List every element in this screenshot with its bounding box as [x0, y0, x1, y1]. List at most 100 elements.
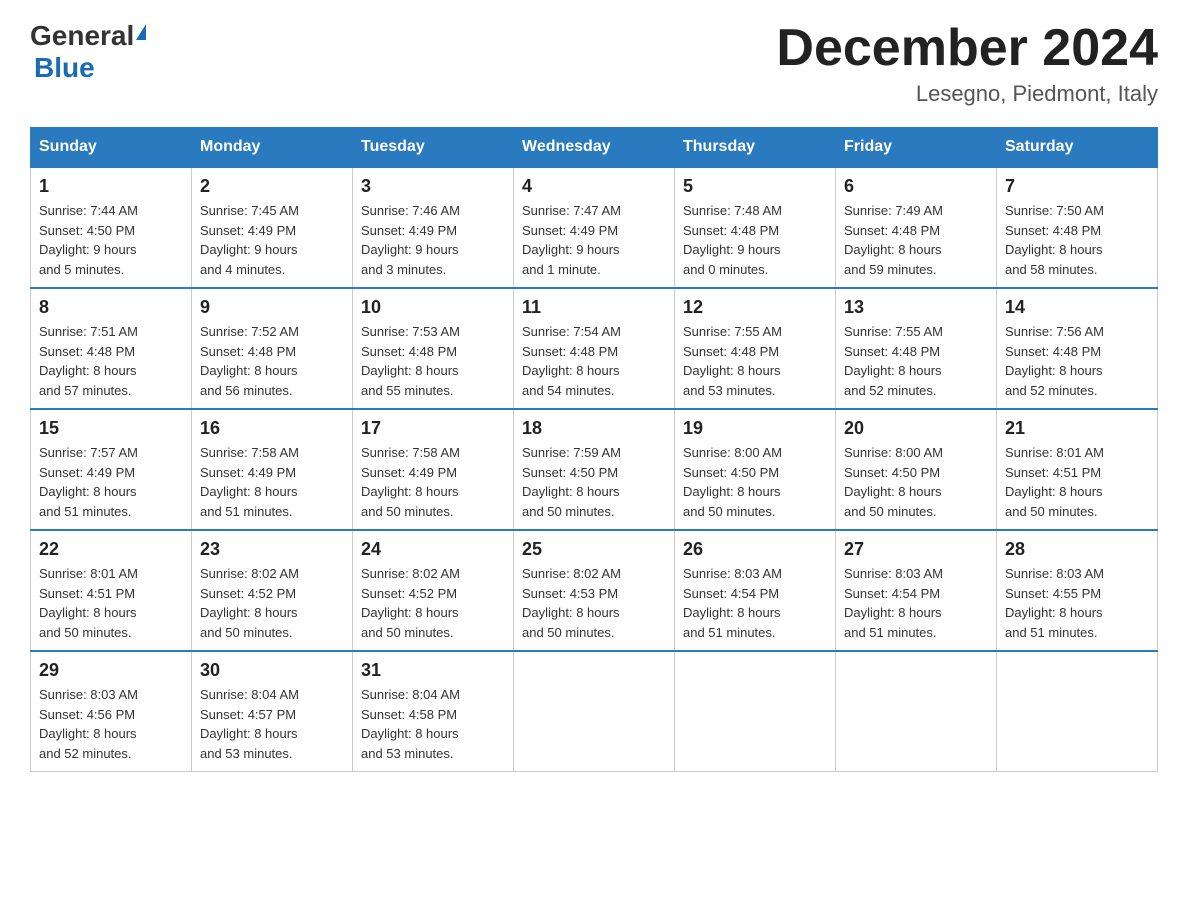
location-subtitle: Lesegno, Piedmont, Italy: [776, 81, 1158, 107]
calendar-cell: 19 Sunrise: 8:00 AMSunset: 4:50 PMDayligh…: [675, 409, 836, 530]
day-number: 8: [39, 297, 183, 318]
day-number: 25: [522, 539, 666, 560]
month-title: December 2024: [776, 20, 1158, 77]
day-info: Sunrise: 8:03 AMSunset: 4:56 PMDaylight:…: [39, 685, 183, 763]
day-info: Sunrise: 8:00 AMSunset: 4:50 PMDaylight:…: [844, 443, 988, 521]
calendar-cell: 28 Sunrise: 8:03 AMSunset: 4:55 PMDayligh…: [997, 530, 1158, 651]
logo-triangle-icon: [136, 24, 146, 40]
calendar-cell: 30 Sunrise: 8:04 AMSunset: 4:57 PMDayligh…: [192, 651, 353, 772]
calendar-cell: 10 Sunrise: 7:53 AMSunset: 4:48 PMDayligh…: [353, 288, 514, 409]
day-info: Sunrise: 7:51 AMSunset: 4:48 PMDaylight:…: [39, 322, 183, 400]
day-number: 27: [844, 539, 988, 560]
header-wednesday: Wednesday: [514, 128, 675, 168]
header-sunday: Sunday: [31, 128, 192, 168]
day-info: Sunrise: 8:02 AMSunset: 4:52 PMDaylight:…: [361, 564, 505, 642]
calendar-cell: 11 Sunrise: 7:54 AMSunset: 4:48 PMDayligh…: [514, 288, 675, 409]
day-info: Sunrise: 8:04 AMSunset: 4:58 PMDaylight:…: [361, 685, 505, 763]
day-number: 3: [361, 176, 505, 197]
day-info: Sunrise: 7:54 AMSunset: 4:48 PMDaylight:…: [522, 322, 666, 400]
day-number: 4: [522, 176, 666, 197]
calendar-cell: 26 Sunrise: 8:03 AMSunset: 4:54 PMDayligh…: [675, 530, 836, 651]
calendar-cell: 24Sunrise: 8:02 AMSunset: 4:52 PMDayligh…: [353, 530, 514, 651]
calendar-cell: 9 Sunrise: 7:52 AMSunset: 4:48 PMDaylight…: [192, 288, 353, 409]
day-info: Sunrise: 8:02 AMSunset: 4:52 PMDaylight:…: [200, 564, 344, 642]
day-info: Sunrise: 8:03 AMSunset: 4:55 PMDaylight:…: [1005, 564, 1149, 642]
calendar-header-row: SundayMondayTuesdayWednesdayThursdayFrid…: [31, 128, 1158, 168]
day-number: 31: [361, 660, 505, 681]
calendar-cell: 12Sunrise: 7:55 AMSunset: 4:48 PMDayligh…: [675, 288, 836, 409]
page-header: General Blue December 2024 Lesegno, Pied…: [30, 20, 1158, 107]
day-info: Sunrise: 7:55 AMSunset: 4:48 PMDaylight:…: [844, 322, 988, 400]
day-number: 15: [39, 418, 183, 439]
calendar-cell: 31 Sunrise: 8:04 AMSunset: 4:58 PMDayligh…: [353, 651, 514, 772]
day-number: 6: [844, 176, 988, 197]
calendar-cell: 23 Sunrise: 8:02 AMSunset: 4:52 PMDayligh…: [192, 530, 353, 651]
calendar-cell: 22Sunrise: 8:01 AMSunset: 4:51 PMDayligh…: [31, 530, 192, 651]
day-info: Sunrise: 7:57 AMSunset: 4:49 PMDaylight:…: [39, 443, 183, 521]
day-info: Sunrise: 7:53 AMSunset: 4:48 PMDaylight:…: [361, 322, 505, 400]
day-info: Sunrise: 8:00 AMSunset: 4:50 PMDaylight:…: [683, 443, 827, 521]
calendar-week-1: 1 Sunrise: 7:44 AMSunset: 4:50 PMDaylight…: [31, 167, 1158, 288]
calendar-cell: 8 Sunrise: 7:51 AMSunset: 4:48 PMDaylight…: [31, 288, 192, 409]
calendar-week-4: 22Sunrise: 8:01 AMSunset: 4:51 PMDayligh…: [31, 530, 1158, 651]
day-number: 5: [683, 176, 827, 197]
day-info: Sunrise: 7:44 AMSunset: 4:50 PMDaylight:…: [39, 201, 183, 279]
calendar-cell: [675, 651, 836, 772]
logo: General Blue: [30, 20, 146, 84]
calendar-week-5: 29 Sunrise: 8:03 AMSunset: 4:56 PMDayligh…: [31, 651, 1158, 772]
calendar-cell: [836, 651, 997, 772]
calendar-cell: 5 Sunrise: 7:48 AMSunset: 4:48 PMDaylight…: [675, 167, 836, 288]
day-number: 26: [683, 539, 827, 560]
calendar-cell: 25Sunrise: 8:02 AMSunset: 4:53 PMDayligh…: [514, 530, 675, 651]
calendar-cell: 14Sunrise: 7:56 AMSunset: 4:48 PMDayligh…: [997, 288, 1158, 409]
day-info: Sunrise: 7:48 AMSunset: 4:48 PMDaylight:…: [683, 201, 827, 279]
day-number: 13: [844, 297, 988, 318]
calendar-week-3: 15 Sunrise: 7:57 AMSunset: 4:49 PMDayligh…: [31, 409, 1158, 530]
calendar-cell: [514, 651, 675, 772]
day-number: 22: [39, 539, 183, 560]
calendar-cell: 27 Sunrise: 8:03 AMSunset: 4:54 PMDayligh…: [836, 530, 997, 651]
calendar-cell: 17Sunrise: 7:58 AMSunset: 4:49 PMDayligh…: [353, 409, 514, 530]
day-number: 19: [683, 418, 827, 439]
day-number: 30: [200, 660, 344, 681]
day-number: 16: [200, 418, 344, 439]
day-info: Sunrise: 7:50 AMSunset: 4:48 PMDaylight:…: [1005, 201, 1149, 279]
logo-general-text: General: [30, 20, 134, 52]
day-number: 1: [39, 176, 183, 197]
day-number: 23: [200, 539, 344, 560]
day-number: 18: [522, 418, 666, 439]
day-info: Sunrise: 8:03 AMSunset: 4:54 PMDaylight:…: [683, 564, 827, 642]
calendar-cell: 18 Sunrise: 7:59 AMSunset: 4:50 PMDayligh…: [514, 409, 675, 530]
header-monday: Monday: [192, 128, 353, 168]
day-info: Sunrise: 8:04 AMSunset: 4:57 PMDaylight:…: [200, 685, 344, 763]
day-info: Sunrise: 7:46 AMSunset: 4:49 PMDaylight:…: [361, 201, 505, 279]
day-number: 10: [361, 297, 505, 318]
calendar-title-area: December 2024 Lesegno, Piedmont, Italy: [776, 20, 1158, 107]
day-number: 21: [1005, 418, 1149, 439]
day-info: Sunrise: 8:03 AMSunset: 4:54 PMDaylight:…: [844, 564, 988, 642]
header-saturday: Saturday: [997, 128, 1158, 168]
day-number: 9: [200, 297, 344, 318]
day-number: 28: [1005, 539, 1149, 560]
calendar-cell: 7 Sunrise: 7:50 AMSunset: 4:48 PMDaylight…: [997, 167, 1158, 288]
calendar-cell: [997, 651, 1158, 772]
calendar-cell: 4 Sunrise: 7:47 AMSunset: 4:49 PMDaylight…: [514, 167, 675, 288]
calendar-cell: 15 Sunrise: 7:57 AMSunset: 4:49 PMDayligh…: [31, 409, 192, 530]
calendar-table: SundayMondayTuesdayWednesdayThursdayFrid…: [30, 127, 1158, 772]
calendar-cell: 1 Sunrise: 7:44 AMSunset: 4:50 PMDaylight…: [31, 167, 192, 288]
calendar-cell: 6 Sunrise: 7:49 AMSunset: 4:48 PMDaylight…: [836, 167, 997, 288]
day-info: Sunrise: 7:47 AMSunset: 4:49 PMDaylight:…: [522, 201, 666, 279]
calendar-cell: 3 Sunrise: 7:46 AMSunset: 4:49 PMDaylight…: [353, 167, 514, 288]
day-info: Sunrise: 7:49 AMSunset: 4:48 PMDaylight:…: [844, 201, 988, 279]
day-number: 29: [39, 660, 183, 681]
day-info: Sunrise: 7:56 AMSunset: 4:48 PMDaylight:…: [1005, 322, 1149, 400]
calendar-cell: 16 Sunrise: 7:58 AMSunset: 4:49 PMDayligh…: [192, 409, 353, 530]
day-info: Sunrise: 7:52 AMSunset: 4:48 PMDaylight:…: [200, 322, 344, 400]
day-info: Sunrise: 7:55 AMSunset: 4:48 PMDaylight:…: [683, 322, 827, 400]
day-info: Sunrise: 7:58 AMSunset: 4:49 PMDaylight:…: [200, 443, 344, 521]
day-info: Sunrise: 7:59 AMSunset: 4:50 PMDaylight:…: [522, 443, 666, 521]
day-number: 11: [522, 297, 666, 318]
calendar-cell: 2Sunrise: 7:45 AMSunset: 4:49 PMDaylight…: [192, 167, 353, 288]
day-number: 20: [844, 418, 988, 439]
day-number: 7: [1005, 176, 1149, 197]
